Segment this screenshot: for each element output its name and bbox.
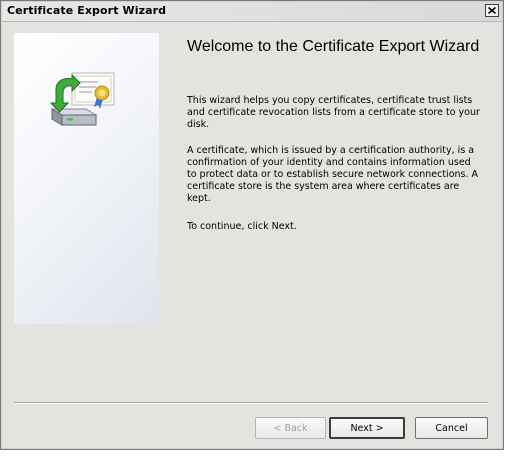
certificate-description-paragraph: A certificate, which is issued by a cert… <box>187 145 479 204</box>
close-icon <box>488 7 496 14</box>
next-button[interactable]: Next > <box>329 417 405 439</box>
cancel-button[interactable]: Cancel <box>415 417 488 439</box>
close-button[interactable] <box>485 4 499 17</box>
window-title: Certificate Export Wizard <box>7 4 167 17</box>
wizard-window: Certificate Export Wizard Welcome to the… <box>0 0 504 450</box>
button-separator <box>14 402 488 404</box>
certificate-export-icon <box>49 72 115 126</box>
title-bar[interactable]: Certificate Export Wizard <box>2 2 502 22</box>
back-button[interactable]: < Back <box>255 417 326 439</box>
side-panel <box>14 33 159 324</box>
wizard-body: Welcome to the Certificate Export Wizard… <box>2 22 502 448</box>
continue-instruction: To continue, click Next. <box>187 221 297 232</box>
wizard-heading: Welcome to the Certificate Export Wizard <box>187 38 480 55</box>
intro-paragraph: This wizard helps you copy certificates,… <box>187 95 480 130</box>
